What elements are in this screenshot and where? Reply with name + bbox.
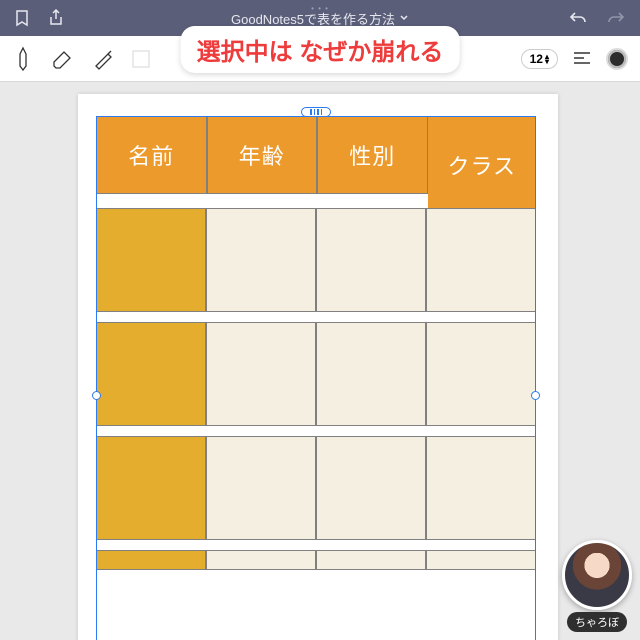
share-icon[interactable] — [48, 9, 64, 27]
highlighter-tool-icon[interactable] — [90, 46, 116, 72]
page: 名前 年齢 性別 クラス — [78, 94, 558, 640]
bookmark-icon[interactable] — [14, 9, 30, 27]
shape-tool-icon[interactable] — [130, 48, 152, 70]
document-title[interactable]: GoodNotes5で表を作る方法 — [231, 9, 409, 28]
avatar-name: ちゃろぼ — [567, 612, 627, 632]
avatar-image — [562, 540, 632, 610]
selection-handle-left[interactable] — [92, 391, 101, 400]
color-button[interactable] — [606, 48, 628, 70]
font-size-stepper[interactable]: 12 ▴▾ — [521, 49, 558, 69]
annotation-callout: 選択中は なぜか崩れる — [181, 26, 460, 73]
align-icon[interactable] — [572, 51, 592, 67]
font-size-value: 12 — [530, 52, 543, 66]
selection-handle-right[interactable] — [531, 391, 540, 400]
stepper-arrows-icon: ▴▾ — [545, 54, 549, 64]
canvas[interactable]: 名前 年齢 性別 クラス — [0, 82, 640, 640]
selection-frame[interactable] — [96, 116, 536, 640]
redo-icon[interactable] — [606, 10, 626, 26]
author-avatar: ちゃろぼ — [562, 540, 632, 632]
pen-tool-icon[interactable] — [12, 46, 34, 72]
undo-icon[interactable] — [568, 10, 588, 26]
selection-rotate-handle[interactable] — [301, 107, 331, 117]
eraser-tool-icon[interactable] — [48, 48, 76, 70]
